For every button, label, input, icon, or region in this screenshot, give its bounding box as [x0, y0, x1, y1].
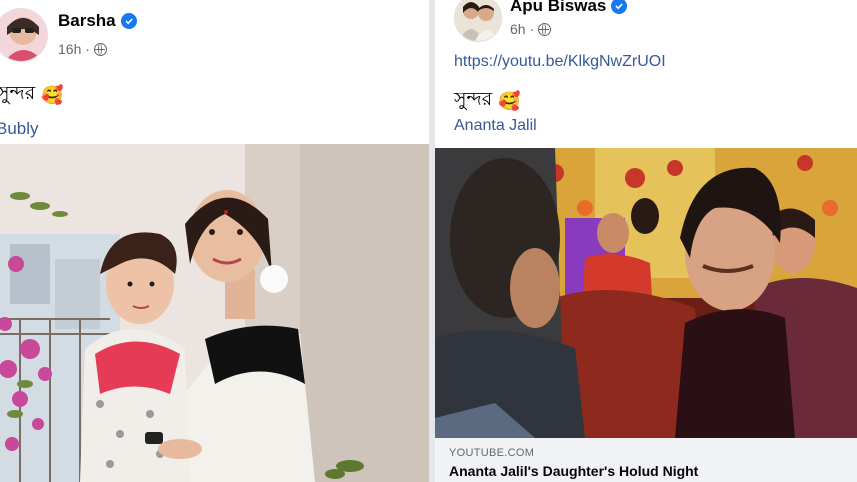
post-card-barsha: Barsha 16h · সুন্দর 🥰 Bubly	[0, 0, 429, 482]
avatar-apu-biswas[interactable]	[454, 0, 502, 42]
youtube-url-link[interactable]: https://youtu.be/KlkgNwZrUOI	[454, 53, 666, 71]
globe-icon	[538, 22, 552, 36]
author-name[interactable]: Barsha	[58, 11, 116, 31]
post-photo[interactable]	[0, 144, 429, 482]
post-text: সুন্দর	[454, 89, 493, 110]
smiling-face-with-hearts-emoji: 🥰	[498, 90, 521, 111]
tagged-user-link[interactable]: Bubly	[0, 119, 39, 139]
smiling-face-with-hearts-emoji: 🥰	[41, 84, 64, 105]
post-timestamp[interactable]: 16h ·	[58, 41, 90, 57]
verified-badge-icon	[611, 0, 628, 14]
avatar-barsha[interactable]	[0, 8, 48, 62]
link-title[interactable]: Ananta Jalil's Daughter's Holud Night	[449, 463, 698, 479]
post-photo-image	[0, 144, 429, 482]
globe-icon	[93, 42, 107, 56]
avatar-apu-biswas-image	[455, 0, 501, 41]
link-preview-footer[interactable]: YOUTUBE.COM Ananta Jalil's Daughter's Ho…	[435, 438, 857, 482]
post-text: সুন্দর	[0, 83, 36, 104]
link-preview-thumbnail[interactable]	[435, 148, 857, 438]
verified-badge-icon	[120, 13, 137, 29]
post-card-apu-biswas: Apu Biswas 6h · https://youtu.be/KlkgNwZ…	[435, 0, 857, 482]
tagged-user-link[interactable]: Ananta Jalil	[454, 117, 537, 135]
link-domain: YOUTUBE.COM	[449, 447, 535, 459]
author-name[interactable]: Apu Biswas	[510, 0, 606, 16]
post-timestamp[interactable]: 6h ·	[510, 21, 534, 37]
avatar-barsha-image	[0, 9, 47, 61]
video-thumbnail-image	[435, 148, 857, 438]
